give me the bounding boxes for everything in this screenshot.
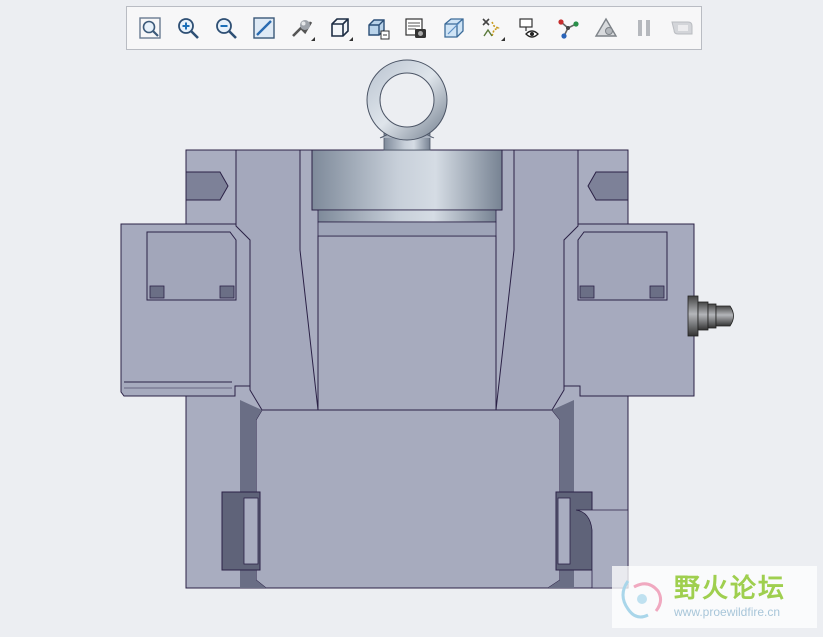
view-manager-icon [367, 19, 389, 40]
zoom-out-icon [215, 18, 237, 39]
perspective-icon [404, 18, 426, 38]
repaint-button[interactable] [249, 14, 278, 43]
shaded-sphere-icon [291, 20, 312, 37]
zoom-in-icon [177, 18, 199, 39]
dropdown-indicator [501, 36, 505, 41]
zoom-in-button[interactable] [173, 14, 202, 43]
section-cube-icon [443, 18, 464, 38]
view-manager-button[interactable] [363, 14, 392, 43]
forum-watermark: 野火论坛 www.proewildfire.cn [612, 566, 817, 628]
spin-center-button[interactable] [553, 14, 582, 43]
cad-model-section-view[interactable] [0, 52, 823, 633]
graphics-viewport[interactable] [0, 52, 823, 633]
pause-icon [637, 20, 650, 36]
top-cap [311, 149, 503, 237]
appearance-button[interactable] [591, 14, 620, 43]
annotation-eye-icon [518, 18, 539, 38]
more-icon [670, 21, 692, 35]
annotation-display-button[interactable] [515, 14, 544, 43]
section-button[interactable] [439, 14, 468, 43]
display-style-button[interactable] [287, 14, 316, 43]
zoom-fit-icon [138, 17, 161, 39]
dropdown-indicator [349, 36, 353, 41]
datum-display-icon [481, 18, 500, 37]
spin-center-icon [557, 19, 579, 39]
appearance-icon [594, 17, 617, 37]
side-fitting [687, 295, 734, 337]
watermark-title: 野火论坛 [674, 574, 787, 604]
eye-bolt [366, 59, 448, 151]
saved-orientations-button[interactable] [325, 14, 354, 43]
zoom-out-button[interactable] [211, 14, 240, 43]
watermark-url: www.proewildfire.cn [674, 605, 781, 619]
datum-display-button[interactable] [477, 14, 506, 43]
more-button[interactable] [667, 14, 696, 43]
perspective-button[interactable] [401, 14, 430, 43]
zoom-fit-button[interactable] [135, 14, 164, 43]
cube-view-icon [330, 18, 349, 37]
graphics-toolbar [126, 6, 702, 50]
repaint-icon [252, 17, 275, 39]
pause-button[interactable] [629, 14, 658, 43]
dropdown-indicator [311, 36, 315, 41]
forum-logo-icon [621, 580, 663, 619]
